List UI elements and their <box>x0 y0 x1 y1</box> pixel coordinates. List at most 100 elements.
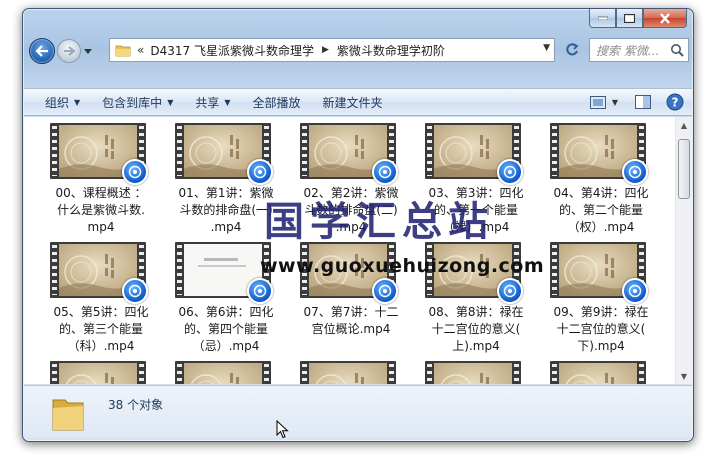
media-player-badge-icon <box>622 278 648 304</box>
file-name: 04、第4讲：四化 的、第二个能量 （权）.mp4 <box>541 185 661 236</box>
breadcrumb-overflow[interactable]: « <box>137 43 144 57</box>
item-count: 38 个对象 <box>108 398 164 412</box>
film-strip-holes <box>52 364 57 384</box>
film-strip-holes <box>639 364 644 384</box>
file-name-line: 十二宫位的意义( <box>556 322 646 336</box>
file-name-line: 05、第5讲：四化 <box>53 305 149 319</box>
play-all-label: 全部播放 <box>252 95 301 110</box>
chevron-down-icon: ▼ <box>167 97 174 107</box>
video-thumbnail <box>550 361 646 384</box>
help-button[interactable]: ? <box>662 91 688 113</box>
film-strip-holes <box>52 126 57 176</box>
details-pane: 38 个对象 <box>24 385 692 438</box>
file-name: 09、第9讲：禄在 十二宫位的意义(下).mp4 <box>541 304 661 355</box>
play-all-button[interactable]: 全部播放 <box>244 94 310 111</box>
scroll-down-icon[interactable]: ▼ <box>676 368 692 384</box>
file-name-line: 宫位概论.mp4 <box>311 322 391 336</box>
file-name-line: 00、课程概述 ： <box>55 186 147 200</box>
file-name-line: （权）.mp4 <box>567 220 635 234</box>
file-name-line: （忌）.mp4 <box>192 339 260 353</box>
film-strip-holes <box>552 126 557 176</box>
video-thumbnail <box>175 123 273 185</box>
breadcrumb-segment-parent[interactable]: D4317 飞星派紫微斗数命理学 <box>150 42 314 59</box>
refresh-button[interactable] <box>561 38 583 62</box>
breadcrumb-separator-icon[interactable]: ▶ <box>322 45 329 55</box>
film-strip-holes <box>514 364 519 384</box>
file-name-line: 什么是紫微斗数. <box>57 203 145 217</box>
minimize-button[interactable] <box>589 9 616 28</box>
file-name-line: 的、第四个能量 <box>183 322 268 336</box>
minimize-icon <box>597 16 608 20</box>
svg-text:?: ? <box>672 96 679 110</box>
file-name-line: 十二宫位的意义( <box>431 322 521 336</box>
film-strip-holes <box>552 364 557 384</box>
video-thumbnail <box>50 361 146 384</box>
watermark-url: www.guoxuehuizong.com <box>260 255 545 277</box>
view-controls: ▼ ? <box>588 91 688 113</box>
film-strip-holes <box>264 364 269 384</box>
search-input[interactable]: 搜索 紫微... <box>589 38 689 62</box>
file-name-line: 08、第8讲：禄在 <box>428 305 524 319</box>
maximize-icon <box>624 13 635 23</box>
back-button[interactable] <box>29 38 55 64</box>
file-name: 08、第8讲：禄在 十二宫位的意义( 上).mp4 <box>416 304 536 355</box>
chevron-down-icon: ▼ <box>74 97 81 107</box>
file-name: 07、第7讲：十二 宫位概论.mp4 <box>291 304 411 338</box>
media-player-badge-icon <box>122 278 148 304</box>
watermark-title: 国学汇总站 <box>264 199 494 245</box>
file-name-line: 上).mp4 <box>452 339 500 353</box>
file-name: 06、第6讲：四化 的、第四个能量 （忌）.mp4 <box>166 304 286 355</box>
share-label: 共享 <box>195 95 220 110</box>
video-thumbnail <box>175 361 271 384</box>
film-strip-holes <box>139 364 144 384</box>
forward-button[interactable] <box>57 39 81 63</box>
arrow-left-icon <box>35 45 48 57</box>
film-strip-holes <box>52 245 57 295</box>
maximize-button[interactable] <box>616 9 643 28</box>
close-button[interactable] <box>643 9 687 28</box>
media-player-badge-icon <box>247 278 273 304</box>
vertical-scrollbar[interactable]: ▲ ▼ <box>675 117 692 384</box>
organize-label: 组织 <box>45 95 70 110</box>
change-view-button[interactable] <box>588 91 608 113</box>
file-name-line: 04、第4讲：四化 <box>553 186 649 200</box>
film-strip-holes <box>302 364 307 384</box>
file-name-line: 的、第三个能量 <box>58 322 143 336</box>
media-player-badge-icon <box>247 159 273 185</box>
file-name-line: （科）.mp4 <box>67 339 135 353</box>
preview-pane-button[interactable] <box>630 91 656 113</box>
file-name: 00、课程概述 ： 什么是紫微斗数. mp4 <box>41 185 161 236</box>
file-list: 00、课程概述 ：什么是紫微斗数. mp4 01、第1讲：紫微 斗数的排命盘(一) .m… <box>24 117 692 384</box>
search-icon[interactable] <box>670 43 684 60</box>
address-dropdown-icon[interactable]: ▼ <box>543 43 550 53</box>
film-strip-holes <box>177 126 182 176</box>
share-menu[interactable]: 共享 ▼ <box>186 94 239 111</box>
breadcrumb-segment-current[interactable]: 紫微斗数命理学初阶 <box>337 42 445 59</box>
explorer-window: « D4317 飞星派紫微斗数命理学 ▶ 紫微斗数命理学初阶 ▼ 搜索 紫微..… <box>22 8 694 442</box>
preview-pane-icon <box>635 95 651 109</box>
chevron-down-icon <box>84 48 92 54</box>
scrollbar-thumb[interactable] <box>678 139 690 199</box>
folder-icon <box>49 392 87 438</box>
film-strip-holes <box>177 364 182 384</box>
recent-pages-button[interactable] <box>82 38 94 64</box>
media-player-badge-icon <box>372 159 398 185</box>
address-bar[interactable]: « D4317 飞星派紫微斗数命理学 ▶ 紫微斗数命理学初阶 ▼ <box>109 38 555 62</box>
chevron-down-icon: ▼ <box>611 97 619 107</box>
arrow-right-icon <box>64 46 75 56</box>
new-folder-button[interactable]: 新建文件夹 <box>314 94 392 111</box>
video-thumbnail <box>50 123 148 185</box>
media-player-badge-icon <box>372 278 398 304</box>
view-icon <box>590 95 606 109</box>
file-name-line: mp4 <box>87 220 115 234</box>
mouse-cursor-icon <box>276 420 289 439</box>
video-thumbnail <box>425 123 523 185</box>
organize-menu[interactable]: 组织 ▼ <box>36 94 89 111</box>
scroll-up-icon[interactable]: ▲ <box>676 117 692 133</box>
file-name-line: 07、第7讲：十二 <box>303 305 399 319</box>
caption-buttons <box>589 9 687 29</box>
view-options-dropdown[interactable]: ▼ <box>608 91 622 113</box>
video-thumbnail <box>50 242 148 304</box>
file-name: 05、第5讲：四化 的、第三个能量 （科）.mp4 <box>41 304 161 355</box>
include-in-library-menu[interactable]: 包含到库中 ▼ <box>93 94 182 111</box>
